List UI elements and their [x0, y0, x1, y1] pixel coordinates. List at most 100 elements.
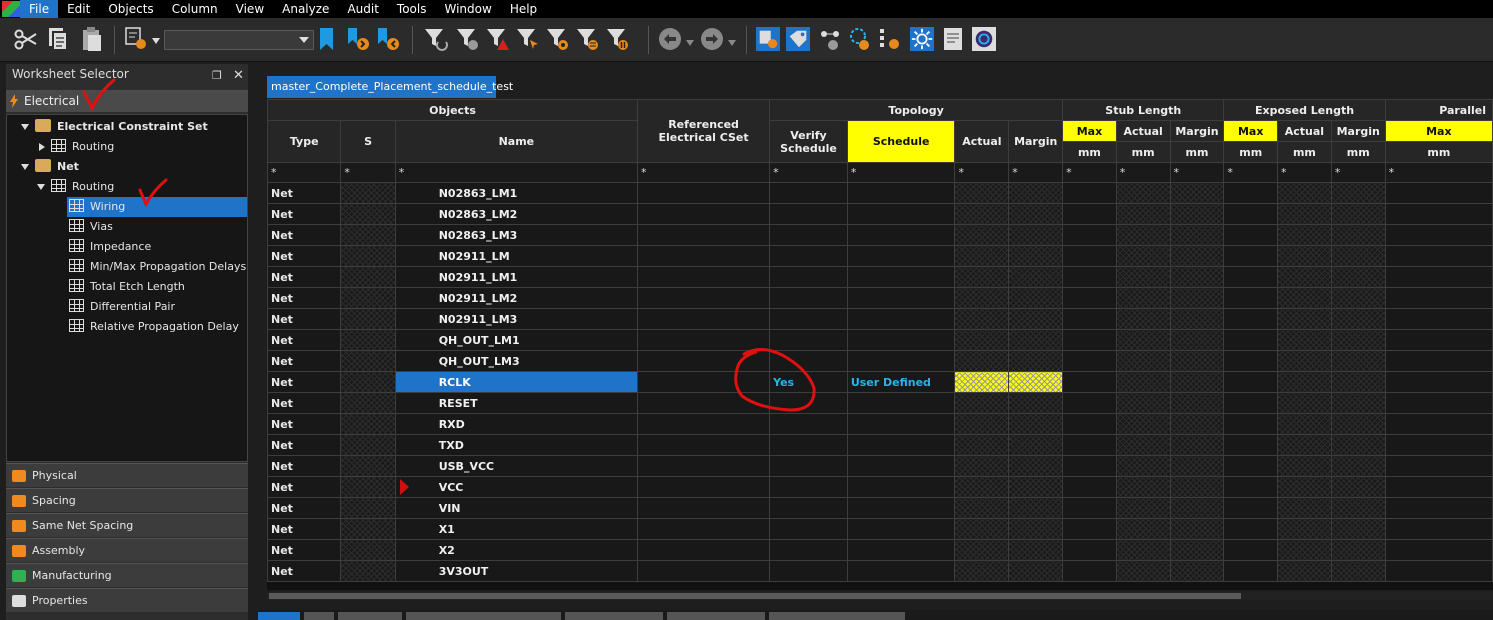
- cell-parallel-max[interactable]: [1384, 266, 1493, 288]
- find-icon[interactable]: [124, 26, 148, 52]
- tree-item-routing[interactable]: Routing: [51, 137, 114, 157]
- col-stub-max[interactable]: Max: [1062, 120, 1117, 142]
- category-physical[interactable]: Physical: [6, 463, 248, 487]
- cell-name[interactable]: RCLK: [394, 371, 639, 393]
- filter-cell[interactable]: *: [846, 162, 956, 183]
- cell-schedule[interactable]: [846, 224, 956, 246]
- cell-parallel-max[interactable]: [1384, 476, 1493, 498]
- cell-verify-schedule[interactable]: [769, 350, 848, 372]
- cell-parallel-max[interactable]: [1384, 182, 1493, 204]
- cell-s[interactable]: [340, 392, 396, 414]
- cell-name[interactable]: RESET: [394, 392, 639, 414]
- report-icon[interactable]: [942, 26, 966, 52]
- cell-parallel-max[interactable]: [1384, 371, 1493, 393]
- category-spacing[interactable]: Spacing: [6, 488, 248, 512]
- group-objects[interactable]: Objects: [267, 99, 638, 121]
- cell-parallel-max[interactable]: [1384, 434, 1493, 456]
- cell-exposed-max[interactable]: [1223, 287, 1279, 309]
- table-row[interactable]: Net X1: [267, 518, 1493, 540]
- bookmark-icon[interactable]: [316, 26, 340, 52]
- bottom-tab[interactable]: [667, 612, 765, 620]
- col-verify-schedule[interactable]: Verify Schedule: [769, 120, 848, 163]
- cell-schedule[interactable]: [846, 287, 956, 309]
- cell-name[interactable]: RXD: [394, 413, 639, 435]
- bottom-tab[interactable]: [258, 612, 300, 620]
- cell-parallel-max[interactable]: [1384, 560, 1493, 582]
- menu-column[interactable]: Column: [163, 0, 227, 18]
- menu-view[interactable]: View: [227, 0, 273, 18]
- cell-schedule[interactable]: [846, 182, 956, 204]
- cell-exposed-max[interactable]: [1223, 224, 1279, 246]
- cell-s[interactable]: [340, 329, 396, 351]
- cell-verify-schedule[interactable]: [769, 539, 848, 561]
- col-type[interactable]: Type: [267, 120, 342, 163]
- cell-verify-schedule[interactable]: [769, 287, 848, 309]
- cell-parallel-max[interactable]: [1384, 329, 1493, 351]
- cell-verify-schedule[interactable]: [769, 434, 848, 456]
- cell-stub-max[interactable]: [1062, 518, 1117, 540]
- cell-parallel-max[interactable]: [1384, 539, 1493, 561]
- cell-ref-cset[interactable]: [636, 371, 771, 393]
- cell-ref-cset[interactable]: [636, 434, 771, 456]
- cell-exposed-max[interactable]: [1223, 350, 1279, 372]
- menu-audit[interactable]: Audit: [338, 0, 387, 18]
- cell-schedule[interactable]: [846, 413, 956, 435]
- bookmark-next-icon[interactable]: [346, 26, 370, 52]
- bookmark-prev-icon[interactable]: [376, 26, 400, 52]
- worksheet-tab[interactable]: master_Complete_Placement_schedule_test: [267, 76, 513, 98]
- search-icon[interactable]: [972, 26, 996, 52]
- cell-parallel-max[interactable]: [1384, 308, 1493, 330]
- cell-verify-schedule[interactable]: [769, 224, 848, 246]
- filter-cell[interactable]: *: [1223, 162, 1279, 183]
- menu-analyze[interactable]: Analyze: [273, 0, 338, 18]
- filter-cell[interactable]: *: [1062, 162, 1117, 183]
- cell-s[interactable]: [340, 413, 396, 435]
- cell-stub-max[interactable]: [1062, 245, 1117, 267]
- cell-verify-schedule[interactable]: [769, 266, 848, 288]
- cell-exposed-max[interactable]: [1223, 203, 1279, 225]
- cell-s[interactable]: [340, 245, 396, 267]
- cell-name[interactable]: N02863_LM1: [394, 182, 639, 204]
- cell-exposed-max[interactable]: [1223, 518, 1279, 540]
- group-parallel[interactable]: Parallel: [1384, 99, 1493, 121]
- cell-parallel-max[interactable]: [1384, 224, 1493, 246]
- filter-cell[interactable]: *: [1384, 162, 1493, 183]
- cell-stub-max[interactable]: [1062, 434, 1117, 456]
- cell-stub-max[interactable]: [1062, 287, 1117, 309]
- cell-parallel-max[interactable]: [1384, 518, 1493, 540]
- cell-name[interactable]: N02911_LM1: [394, 266, 639, 288]
- table-row[interactable]: Net N02911_LM3: [267, 308, 1493, 330]
- cell-schedule[interactable]: [846, 560, 956, 582]
- cell-ref-cset[interactable]: [636, 476, 771, 498]
- cell-stub-max[interactable]: [1062, 371, 1117, 393]
- cell-s[interactable]: [340, 539, 396, 561]
- cell-s[interactable]: [340, 266, 396, 288]
- cell-s[interactable]: [340, 434, 396, 456]
- cell-verify-schedule[interactable]: [769, 182, 848, 204]
- tree-item-electrical-constraint-set[interactable]: Electrical Constraint Set: [35, 117, 208, 137]
- cell-parallel-max[interactable]: [1384, 287, 1493, 309]
- tree-item-differential-pair[interactable]: Differential Pair: [69, 297, 175, 317]
- cell-exposed-max[interactable]: [1223, 560, 1279, 582]
- filter-settings-icon[interactable]: [546, 26, 570, 52]
- cell-schedule[interactable]: User Defined: [846, 371, 956, 393]
- loop-icon[interactable]: [848, 26, 872, 52]
- undo-icon[interactable]: [658, 26, 682, 52]
- cell-name[interactable]: X1: [394, 518, 639, 540]
- cell-s[interactable]: [340, 203, 396, 225]
- filter-cell[interactable]: *: [267, 162, 342, 183]
- cell-name[interactable]: QH_OUT_LM3: [394, 350, 639, 372]
- cell-ref-cset[interactable]: [636, 266, 771, 288]
- cell-schedule[interactable]: [846, 203, 956, 225]
- scrollbar-thumb[interactable]: [269, 593, 1241, 599]
- horizontal-scrollbar[interactable]: [267, 592, 1493, 600]
- cell-exposed-max[interactable]: [1223, 413, 1279, 435]
- cell-stub-max[interactable]: [1062, 329, 1117, 351]
- cell-name[interactable]: N02863_LM3: [394, 224, 639, 246]
- tree-item-impedance[interactable]: Impedance: [69, 237, 151, 257]
- table-row[interactable]: Net N02863_LM1: [267, 182, 1493, 204]
- cell-ref-cset[interactable]: [636, 497, 771, 519]
- cell-ref-cset[interactable]: [636, 287, 771, 309]
- cell-parallel-max[interactable]: [1384, 350, 1493, 372]
- cell-s[interactable]: [340, 308, 396, 330]
